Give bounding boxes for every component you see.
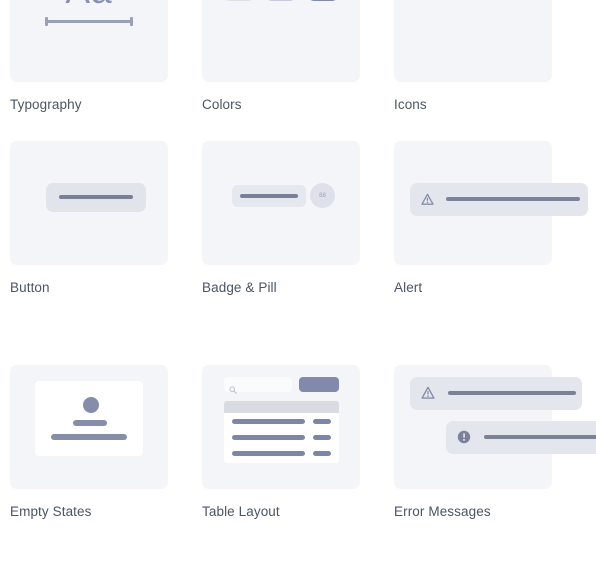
card-button[interactable]: Button	[10, 141, 168, 365]
card-empty-states[interactable]: Empty States	[10, 365, 168, 530]
badge-dot: 88	[310, 183, 335, 208]
component-grid: Aa Typography Colors	[10, 0, 596, 530]
table-row	[224, 429, 339, 445]
table-row	[224, 445, 339, 461]
typography-sample-text: Aa	[10, 0, 168, 9]
card-label-typography: Typography	[10, 97, 82, 112]
card-label-error-messages: Error Messages	[394, 504, 491, 519]
avatar-circle-icon	[83, 397, 99, 413]
swatch-dark	[308, 0, 338, 1]
card-error-messages[interactable]: Error Messages	[394, 365, 596, 530]
table-search-field	[224, 377, 292, 394]
table-header-row	[224, 401, 339, 413]
colors-preview	[202, 0, 360, 82]
badge-pill-preview: 88	[202, 141, 360, 265]
typography-preview: Aa	[10, 0, 168, 82]
card-label-alert: Alert	[394, 280, 423, 295]
swatch-light	[224, 0, 254, 1]
icons-preview	[394, 0, 552, 82]
alert-bar	[410, 183, 588, 216]
card-table-layout[interactable]: Table Layout	[202, 365, 360, 530]
card-alert[interactable]: Alert	[394, 141, 588, 365]
card-label-colors: Colors	[202, 97, 242, 112]
swatch-row	[202, 0, 360, 1]
card-label-empty-states: Empty States	[10, 504, 92, 519]
card-icons[interactable]: Icons	[394, 0, 552, 141]
card-label-table-layout: Table Layout	[202, 504, 280, 519]
table-action-button	[299, 377, 339, 392]
error-messages-preview	[394, 365, 596, 489]
card-label-icons: Icons	[394, 97, 427, 112]
error-message-row	[410, 377, 582, 410]
card-badge-pill[interactable]: 88 Badge & Pill	[202, 141, 360, 365]
magnifier-icon	[229, 381, 237, 399]
empty-states-preview	[10, 365, 168, 489]
warning-triangle-icon	[421, 193, 434, 211]
table-body	[224, 401, 339, 463]
typography-ruler	[45, 17, 133, 26]
placeholder-line-short	[73, 420, 107, 426]
error-message-row	[446, 421, 596, 454]
swatch-medium	[266, 0, 296, 1]
placeholder-line-long	[51, 434, 127, 440]
pill-shape	[232, 185, 306, 207]
empty-state-panel	[35, 381, 143, 456]
alert-preview	[394, 141, 588, 265]
card-typography[interactable]: Aa Typography	[10, 0, 168, 141]
table-row	[224, 413, 339, 429]
card-label-button: Button	[10, 280, 50, 295]
button-preview	[10, 141, 168, 265]
component-gallery: Aa Typography Colors	[0, 0, 596, 530]
exclamation-circle-icon	[457, 430, 471, 449]
table-layout-preview	[202, 365, 360, 489]
card-label-badge-pill: Badge & Pill	[202, 280, 277, 295]
card-colors[interactable]: Colors	[202, 0, 360, 141]
warning-triangle-icon	[421, 386, 435, 405]
button-shape	[46, 183, 146, 212]
